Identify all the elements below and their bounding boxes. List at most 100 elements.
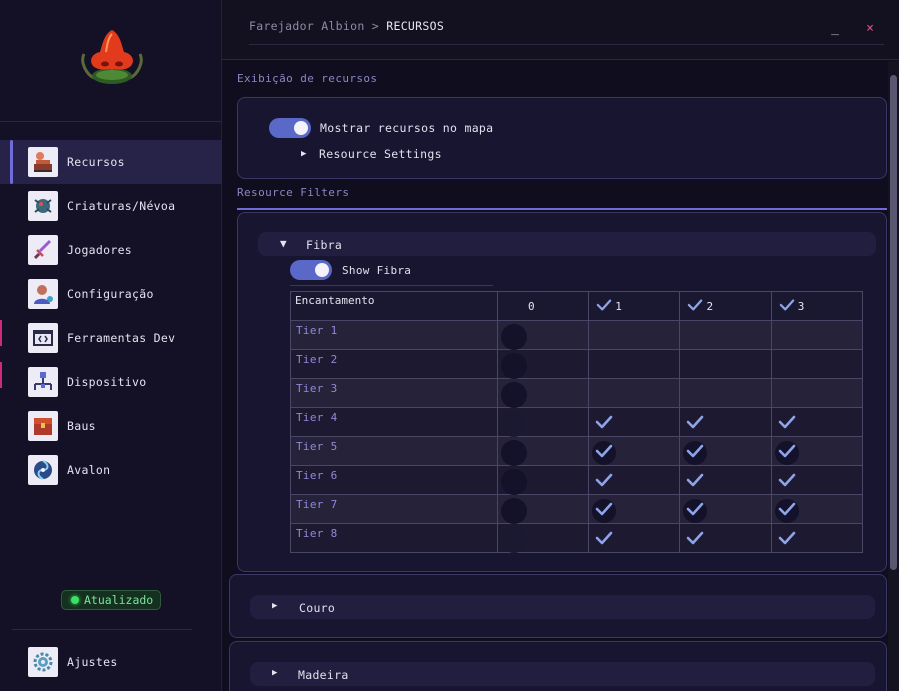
madeira-header-label[interactable]: Madeira — [298, 668, 349, 682]
enchantment-cell[interactable] — [496, 465, 590, 495]
enchantment-number: 0 — [527, 300, 535, 313]
enchantment-cell[interactable] — [496, 349, 590, 379]
sidebar-item-configuracao[interactable]: Configuração — [0, 272, 222, 316]
checkbox-unchecked[interactable] — [500, 440, 527, 466]
section-title-filters: Resource Filters — [237, 186, 350, 199]
breadcrumb-app[interactable]: Farejador Albion — [249, 19, 365, 33]
checkmark-icon[interactable] — [592, 499, 617, 523]
enchantment-column-1[interactable]: 1 — [588, 291, 681, 321]
triangle-right-icon[interactable]: ▶ — [301, 149, 306, 159]
enchantment-cell[interactable] — [588, 320, 681, 350]
code-window-icon — [28, 323, 58, 353]
enchantment-cell[interactable] — [496, 523, 590, 553]
sidebar-item-avalon[interactable]: Avalon — [0, 448, 222, 492]
sidebar-item-ajustes[interactable]: Ajustes — [0, 640, 222, 684]
checkmark-icon[interactable] — [778, 530, 796, 546]
enchantment-cell[interactable] — [588, 494, 681, 524]
sidebar-item-label: Dispositivo — [67, 375, 147, 389]
fibra-header-label[interactable]: Fibra — [306, 238, 342, 252]
enchantment-cell[interactable] — [679, 407, 772, 437]
checkmark-icon[interactable] — [686, 414, 704, 430]
checkbox-unchecked[interactable] — [500, 353, 527, 379]
checkmark-icon[interactable] — [683, 441, 708, 465]
enchantment-cell[interactable] — [770, 494, 864, 524]
checkmark-icon[interactable] — [779, 298, 795, 312]
sidebar-item-baus[interactable]: Baus — [0, 404, 222, 448]
enchantment-cell[interactable] — [679, 465, 772, 495]
sidebar-item-criaturas[interactable]: Criaturas/Névoa — [0, 184, 222, 228]
enchantment-cell[interactable] — [588, 465, 681, 495]
resource-settings-label[interactable]: Resource Settings — [319, 147, 442, 161]
enchantment-cell[interactable] — [496, 436, 590, 466]
enchantment-cell[interactable] — [588, 407, 681, 437]
enchantment-column-3[interactable]: 3 — [770, 291, 864, 321]
sidebar-item-jogadores[interactable]: Jogadores — [0, 228, 222, 272]
filters-underline — [237, 208, 887, 210]
fibra-divider — [290, 285, 493, 286]
enchantment-cell[interactable] — [496, 378, 590, 408]
enchantment-cell[interactable] — [770, 378, 864, 408]
checkmark-icon[interactable] — [686, 530, 704, 546]
checkbox-unchecked[interactable] — [500, 469, 527, 495]
enchantment-cell[interactable] — [679, 494, 772, 524]
enchantment-cell[interactable] — [496, 407, 590, 437]
enchantment-cell[interactable] — [496, 320, 590, 350]
triangle-right-icon[interactable]: ▶ — [272, 601, 277, 611]
enchantment-cell[interactable] — [679, 378, 772, 408]
enchantment-cell[interactable] — [588, 378, 681, 408]
sidebar-divider — [12, 629, 192, 630]
checkmark-icon[interactable] — [596, 298, 612, 312]
enchantment-cell[interactable] — [770, 436, 864, 466]
checkmark-icon[interactable] — [683, 499, 708, 523]
sidebar-item-ferramentas-dev[interactable]: Ferramentas Dev — [0, 316, 222, 360]
couro-header[interactable] — [250, 595, 875, 619]
close-button[interactable]: × — [860, 18, 880, 38]
triangle-down-icon[interactable]: ▼ — [280, 237, 287, 250]
enchantment-cell[interactable] — [679, 436, 772, 466]
triangle-right-icon[interactable]: ▶ — [272, 668, 277, 678]
app-logo-icon — [81, 30, 143, 84]
enchantment-cell[interactable] — [770, 320, 864, 350]
checkbox-unchecked[interactable] — [500, 527, 527, 553]
checkbox-unchecked[interactable] — [500, 382, 527, 408]
enchantment-cell[interactable] — [496, 494, 590, 524]
checkmark-icon[interactable] — [592, 441, 617, 465]
checkmark-icon[interactable] — [778, 414, 796, 430]
fibra-header[interactable] — [258, 232, 876, 256]
scrollbar-thumb[interactable] — [890, 75, 897, 570]
enchantment-cell[interactable] — [679, 320, 772, 350]
table-row: Tier 1 — [290, 320, 864, 350]
enchantment-cell[interactable] — [588, 349, 681, 379]
checkmark-icon[interactable] — [686, 472, 704, 488]
enchantment-cell[interactable] — [770, 349, 864, 379]
checkmark-icon[interactable] — [595, 414, 613, 430]
enchantment-cell[interactable] — [679, 523, 772, 553]
enchantment-cell[interactable] — [588, 436, 681, 466]
checkmark-icon[interactable] — [595, 472, 613, 488]
minimize-button[interactable]: _ — [825, 18, 845, 38]
enchantment-cell[interactable] — [770, 407, 864, 437]
show-fibra-toggle[interactable] — [290, 260, 332, 280]
sidebar-item-recursos[interactable]: Recursos — [0, 140, 222, 184]
enchantment-cell[interactable] — [770, 523, 864, 553]
checkmark-icon[interactable] — [778, 472, 796, 488]
enchantment-cell[interactable] — [679, 349, 772, 379]
title-bar: Farejador Albion > RECURSOS _ × — [222, 0, 899, 60]
show-resources-toggle[interactable] — [269, 118, 311, 138]
sidebar-item-dispositivo[interactable]: Dispositivo — [0, 360, 222, 404]
checkbox-unchecked[interactable] — [500, 411, 527, 437]
enchantment-cell[interactable] — [770, 465, 864, 495]
tier-cell: Tier 8 — [290, 523, 498, 553]
checkmark-icon[interactable] — [774, 441, 799, 465]
couro-header-label[interactable]: Couro — [299, 601, 335, 615]
table-row: Tier 3 — [290, 378, 864, 408]
enchantment-number: 2 — [706, 300, 714, 313]
enchantment-cell[interactable] — [588, 523, 681, 553]
checkmark-icon[interactable] — [595, 530, 613, 546]
enchantment-column-2[interactable]: 2 — [679, 291, 772, 321]
checkmark-icon[interactable] — [687, 298, 703, 312]
checkbox-unchecked[interactable] — [500, 324, 527, 350]
tier-label: Tier 2 — [296, 353, 338, 366]
checkmark-icon[interactable] — [774, 499, 799, 523]
checkbox-unchecked[interactable] — [500, 498, 527, 524]
